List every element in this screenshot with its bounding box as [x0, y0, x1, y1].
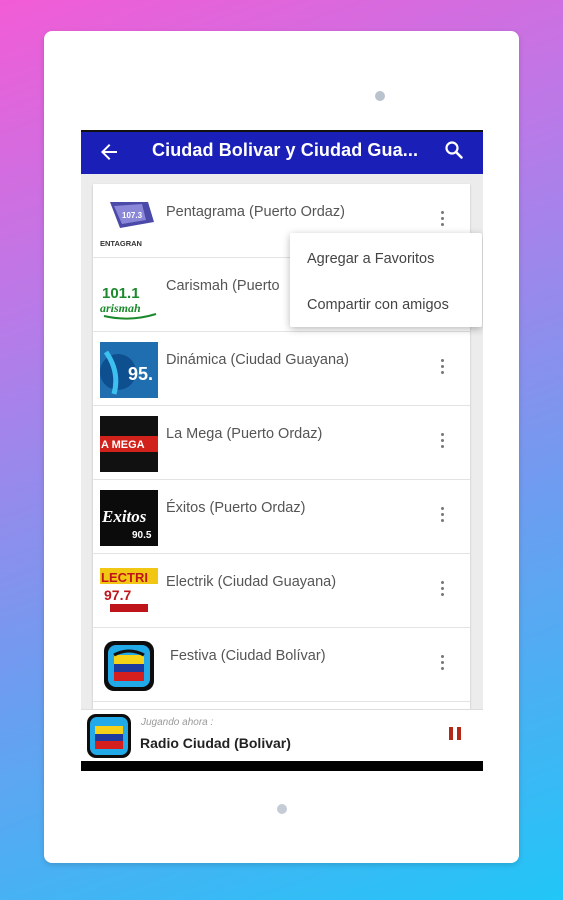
station-logo-badge: 107.3: [122, 211, 143, 220]
station-logo-text: 101.1: [102, 285, 140, 302]
station-name: Dinámica (Ciudad Guayana): [166, 352, 349, 368]
app-screen: Ciudad Bolivar y Ciudad Gua... 107.3 ENT…: [81, 130, 483, 771]
station-logo: 95.: [100, 342, 158, 398]
now-playing-bar[interactable]: Jugando ahora : Radio Ciudad (Bolivar): [81, 709, 483, 761]
station-name: Electrik (Ciudad Guayana): [166, 574, 337, 590]
station-logo-text: LECTRI: [101, 570, 148, 585]
station-name: Pentagrama (Puerto Ordaz): [166, 204, 345, 220]
search-icon[interactable]: [442, 138, 466, 162]
station-logo-text: Exitos: [101, 507, 147, 526]
station-logo-text: A MEGA: [101, 439, 145, 451]
more-vert-icon[interactable]: [432, 430, 452, 454]
station-logo: 107.3 ENTAGRAN: [100, 194, 158, 250]
station-logo: A MEGA: [100, 416, 158, 472]
station-name: Festiva (Ciudad Bolívar): [170, 648, 326, 664]
station-logo-text: ENTAGRAN: [100, 239, 142, 248]
station-logo-sub: 90.5: [132, 530, 152, 541]
pause-icon[interactable]: [449, 727, 463, 743]
camera-dot: [375, 91, 385, 101]
station-logo: [100, 638, 158, 694]
station-logo-sub: arismah: [100, 301, 141, 315]
context-menu: Agregar a Favoritos Compartir con amigos: [290, 233, 482, 327]
station-name: La Mega (Puerto Ordaz): [166, 426, 323, 442]
station-row[interactable]: Festiva (Ciudad Bolívar): [93, 628, 470, 702]
more-vert-icon[interactable]: [432, 356, 452, 380]
station-row[interactable]: LECTRI 97.7 Electrik (Ciudad Guayana): [93, 554, 470, 628]
more-vert-icon[interactable]: [432, 652, 452, 676]
station-logo-sub: 97.7: [104, 587, 131, 603]
menu-item-add-favorites[interactable]: Agregar a Favoritos: [307, 251, 434, 267]
station-logo: LECTRI 97.7: [100, 564, 158, 620]
station-row[interactable]: Exitos 90.5 Éxitos (Puerto Ordaz): [93, 480, 470, 554]
page-title: Ciudad Bolivar y Ciudad Gua...: [152, 140, 419, 160]
more-vert-icon[interactable]: [432, 578, 452, 602]
station-logo-text: 95.: [128, 364, 153, 384]
station-logo: 101.1 arismah: [100, 268, 158, 324]
station-name: Éxitos (Puerto Ordaz): [166, 500, 306, 516]
station-row[interactable]: A MEGA La Mega (Puerto Ordaz): [93, 406, 470, 480]
app-bar: Ciudad Bolivar y Ciudad Gua...: [81, 130, 483, 174]
now-playing-label: Jugando ahora :: [141, 717, 214, 728]
player-logo: [86, 713, 132, 759]
station-row[interactable]: 95. Dinámica (Ciudad Guayana): [93, 332, 470, 406]
menu-item-share-friends[interactable]: Compartir con amigos: [307, 297, 449, 313]
more-vert-icon[interactable]: [432, 504, 452, 528]
now-playing-title: Radio Ciudad (Bolivar): [140, 735, 291, 751]
station-logo: Exitos 90.5: [100, 490, 158, 546]
home-indicator: [277, 804, 287, 814]
station-name: Carismah (Puerto: [166, 278, 280, 294]
more-vert-icon[interactable]: [432, 208, 452, 232]
arrow-left-icon[interactable]: [97, 140, 121, 164]
